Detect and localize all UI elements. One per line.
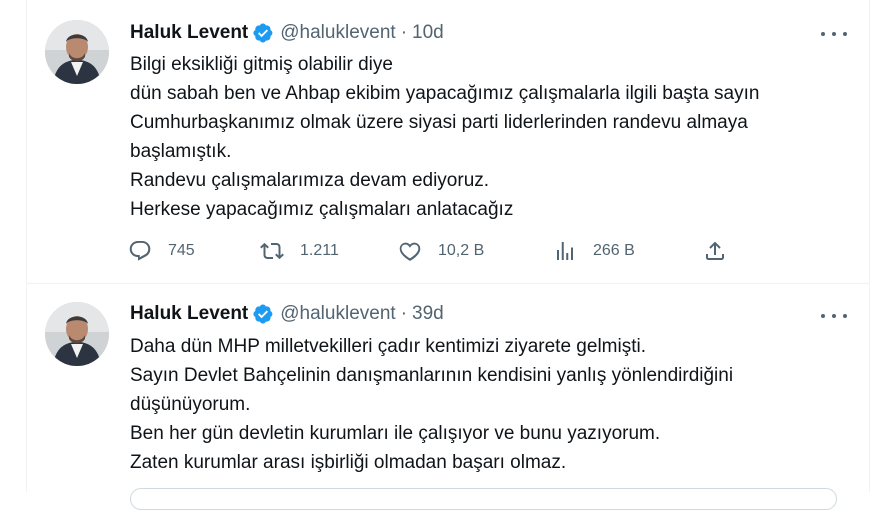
tweet-text-line: Herkese yapacağımız çalışmaları anlataca…: [130, 199, 514, 220]
tweet-text-line: Cumhurbaşkanımız olmak üzere siyasi part…: [130, 112, 748, 133]
author-handle[interactable]: @haluklevent: [280, 22, 395, 44]
tweet-text-line: Sayın Devlet Bahçelinin danışmanlarının …: [130, 365, 734, 386]
author-name[interactable]: Haluk Levent: [130, 303, 248, 325]
tweet-text-line: Bilgi eksikliği gitmiş olabilir diye: [130, 54, 393, 75]
tweet-header: Haluk Levent @haluklevent · 39d: [130, 301, 444, 327]
quoted-tweet-card[interactable]: [130, 488, 837, 510]
verified-badge-icon: [253, 23, 273, 43]
views-button[interactable]: 266 B: [553, 236, 635, 266]
tweet-actions: 745 1.211 10,2 B 266 B: [128, 236, 748, 266]
separator-dot: ·: [400, 22, 408, 43]
tweet-text-line: düşünüyorum.: [130, 394, 251, 415]
tweet-text-line: dün sabah ben ve Ahbap ekibim yapacağımı…: [130, 83, 760, 104]
share-button[interactable]: [703, 236, 727, 266]
tweet-timestamp[interactable]: 39d: [412, 303, 444, 325]
tweet-timestamp[interactable]: 10d: [412, 22, 444, 44]
tweet-text-line: başlamıştık.: [130, 141, 232, 162]
more-options-icon[interactable]: [821, 24, 847, 44]
avatar[interactable]: [45, 302, 109, 366]
tweet[interactable]: Haluk Levent @haluklevent · 10d Bilgi ek…: [27, 0, 869, 284]
tweet-text-line: Daha dün MHP milletvekilleri çadır kenti…: [130, 336, 646, 357]
timeline: Haluk Levent @haluklevent · 10d Bilgi ek…: [26, 0, 870, 510]
tweet-text-line: Zaten kurumlar arası işbirliği olmadan b…: [130, 452, 567, 473]
reply-count: 745: [168, 242, 195, 259]
retweet-count: 1.211: [300, 242, 339, 259]
tweet-text: Bilgi eksikliği gitmiş olabilir diye dün…: [130, 50, 759, 224]
reply-icon: [129, 241, 151, 261]
heart-icon: [399, 242, 421, 261]
view-count: 266 B: [593, 242, 635, 259]
like-count: 10,2 B: [438, 242, 485, 259]
share-icon: [706, 241, 724, 260]
author-handle[interactable]: @haluklevent: [280, 303, 395, 325]
more-options-icon[interactable]: [821, 306, 847, 326]
views-bar-chart-icon: [557, 242, 573, 260]
reply-button[interactable]: 745: [128, 236, 195, 266]
tweet[interactable]: Haluk Levent @haluklevent · 39d Daha dün…: [27, 284, 869, 492]
tweet-header: Haluk Levent @haluklevent · 10d: [130, 20, 444, 46]
tweet-text-line: Randevu çalışmalarımıza devam ediyoruz.: [130, 170, 490, 191]
retweet-icon: [260, 242, 284, 260]
tweet-text-line: Ben her gün devletin kurumları ile çalış…: [130, 423, 661, 444]
separator-dot: ·: [400, 303, 408, 324]
retweet-button[interactable]: 1.211: [260, 236, 339, 266]
avatar[interactable]: [45, 20, 109, 84]
author-name[interactable]: Haluk Levent: [130, 22, 248, 44]
verified-badge-icon: [253, 304, 273, 324]
tweet-text: Daha dün MHP milletvekilleri çadır kenti…: [130, 332, 733, 477]
like-button[interactable]: 10,2 B: [398, 236, 484, 266]
